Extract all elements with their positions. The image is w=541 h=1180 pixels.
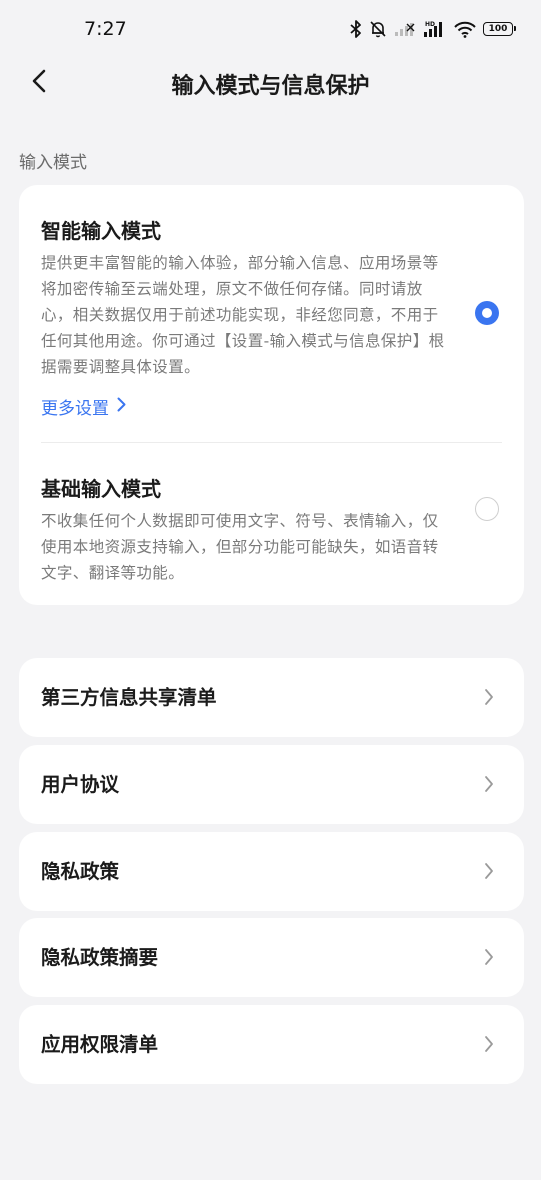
hd-signal-icon: HD [423,20,447,38]
svg-text:HD: HD [425,21,435,28]
wifi-icon [454,21,476,38]
list-item-label: 第三方信息共享清单 [41,686,217,709]
chevron-right-icon [484,862,494,880]
chevron-right-icon [484,775,494,793]
smart-mode-title: 智能输入模式 [41,219,161,243]
chevron-right-icon [484,688,494,706]
battery-icon: 100 [483,22,516,36]
header: 输入模式与信息保护 [0,58,541,108]
list-item-label: 隐私政策 [41,860,120,883]
basic-input-mode-option[interactable]: 基础输入模式 不收集任何个人数据即可使用文字、符号、表情输入，仅使用本地资源支持… [41,473,502,586]
more-settings-label: 更多设置 [41,399,109,419]
list-item-privacy-summary[interactable]: 隐私政策摘要 [19,918,524,997]
list-item-app-permissions[interactable]: 应用权限清单 [19,1005,524,1084]
list-item-label: 用户协议 [41,773,120,796]
battery-level: 100 [488,23,508,34]
chevron-right-icon [117,397,126,417]
smart-mode-description: 提供更丰富智能的输入体验，部分输入信息、应用场景等将加密传输至云端处理，原文不做… [41,254,445,376]
chevron-right-icon [484,1035,494,1053]
smart-mode-radio-selected[interactable] [475,301,499,325]
list-item-third-party-sharing[interactable]: 第三方信息共享清单 [19,658,524,737]
list-item-privacy-policy[interactable]: 隐私政策 [19,832,524,911]
basic-mode-radio-unselected[interactable] [475,497,499,521]
more-settings-link[interactable]: 更多设置 [41,394,126,419]
bell-muted-icon [369,20,387,38]
status-bar: 7:27 HD 100 [0,0,541,62]
input-mode-card: 智能输入模式 提供更丰富智能的输入体验，部分输入信息、应用场景等将加密传输至云端… [19,185,524,605]
basic-mode-title: 基础输入模式 [41,477,161,501]
signal-icon [394,21,416,37]
status-icons: HD 100 [350,20,516,38]
chevron-right-icon [484,948,494,966]
divider [41,442,502,443]
list-item-label: 隐私政策摘要 [41,946,159,969]
page-title: 输入模式与信息保护 [171,74,370,99]
status-time: 7:27 [84,18,127,40]
section-label-input-mode: 输入模式 [19,153,87,173]
list-item-user-agreement[interactable]: 用户协议 [19,745,524,824]
bluetooth-icon [350,20,362,38]
basic-mode-description: 不收集任何个人数据即可使用文字、符号、表情输入，仅使用本地资源支持输入，但部分功… [41,512,439,582]
list-item-label: 应用权限清单 [41,1033,159,1056]
smart-input-mode-option[interactable]: 智能输入模式 提供更丰富智能的输入体验，部分输入信息、应用场景等将加密传输至云端… [41,215,502,419]
